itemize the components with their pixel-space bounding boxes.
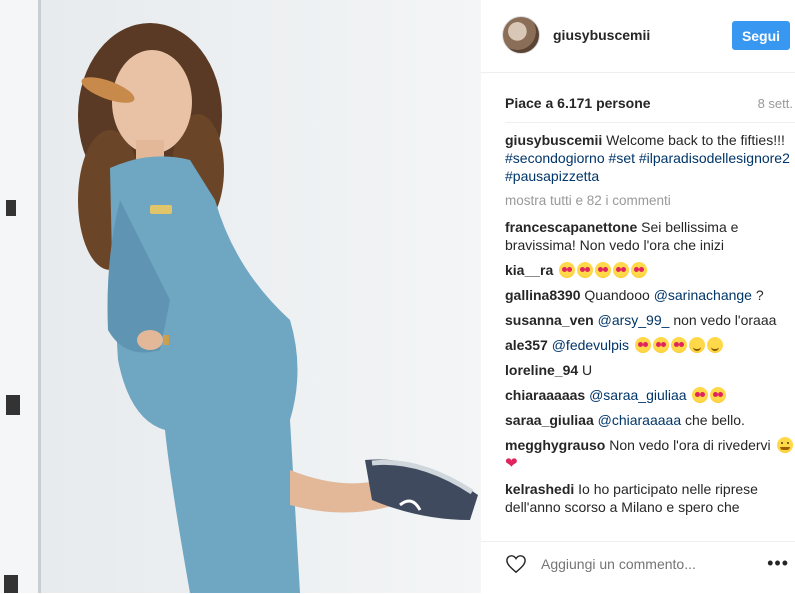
comment: saraa_giuliaa @chiaraaaaa che bello. bbox=[505, 411, 793, 429]
mention-link[interactable]: @saraa_giuliaa bbox=[589, 387, 687, 403]
comment-username[interactable]: kia__ra bbox=[505, 262, 553, 278]
comment-username[interactable]: chiaraaaaas bbox=[505, 387, 585, 403]
comment: loreline_94 U bbox=[505, 361, 793, 379]
comment-username[interactable]: saraa_giuliaa bbox=[505, 412, 594, 428]
comment: ale357 @fedevulpis bbox=[505, 336, 793, 354]
post-photo[interactable] bbox=[0, 0, 481, 593]
caption: giusybuscemii Welcome back to the fiftie… bbox=[505, 131, 793, 185]
comment-bar: ••• bbox=[481, 541, 795, 594]
mention-link[interactable]: @sarinachange bbox=[654, 287, 752, 303]
heart-eyes-emoji-icon bbox=[595, 262, 612, 278]
hashtag-link[interactable]: #secondogiorno bbox=[505, 150, 605, 166]
heart-eyes-emoji-icon bbox=[652, 337, 669, 353]
likes-count[interactable]: Piace a 6.171 persone bbox=[505, 95, 651, 111]
heart-eyes-emoji-icon bbox=[559, 262, 576, 278]
divider bbox=[505, 122, 795, 123]
follow-button[interactable]: Segui bbox=[732, 21, 790, 50]
comment: francescapanettone Sei bellissima e brav… bbox=[505, 218, 793, 254]
smile-emoji-icon bbox=[688, 337, 705, 353]
post-image bbox=[0, 0, 481, 593]
comment-text: U bbox=[582, 362, 593, 378]
heart-eyes-emoji-icon bbox=[613, 262, 630, 278]
smile-emoji-icon bbox=[706, 337, 723, 353]
header-username[interactable]: giusybuscemii bbox=[553, 27, 650, 43]
heart-eyes-emoji-icon bbox=[692, 387, 709, 403]
comment-username[interactable]: kelrashedi bbox=[505, 481, 574, 497]
hugging-emoji-icon bbox=[776, 437, 793, 453]
comment-username[interactable]: loreline_94 bbox=[505, 362, 578, 378]
comment-text: Quandooo bbox=[584, 287, 650, 303]
heart-eyes-emoji-icon bbox=[670, 337, 687, 353]
hashtag-link[interactable]: #set bbox=[609, 150, 635, 166]
more-options-icon[interactable]: ••• bbox=[767, 553, 789, 574]
comment: chiaraaaaas @saraa_giuliaa bbox=[505, 386, 793, 404]
add-comment-input[interactable] bbox=[539, 555, 743, 573]
heart-eyes-emoji-icon bbox=[577, 262, 594, 278]
show-all-comments-link[interactable]: mostra tutti e 82 i commenti bbox=[505, 192, 793, 210]
avatar[interactable] bbox=[502, 16, 540, 54]
comment-username[interactable]: gallina8390 bbox=[505, 287, 581, 303]
comment: kelrashedi Io ho participato nelle ripre… bbox=[505, 480, 793, 516]
comment-text: che bello. bbox=[685, 412, 745, 428]
comment: megghygrauso Non vedo l'ora di rivedervi… bbox=[505, 436, 793, 473]
post-header: giusybuscemii Segui bbox=[481, 0, 795, 73]
comment-text: non vedo l'oraaa bbox=[673, 312, 777, 328]
comment-text: ? bbox=[751, 287, 764, 303]
mention-link[interactable]: @arsy_99_ bbox=[598, 312, 670, 328]
comment-username[interactable]: megghygrauso bbox=[505, 437, 605, 453]
heart-eyes-emoji-icon bbox=[710, 387, 727, 403]
comment: susanna_ven @arsy_99_ non vedo l'oraaa bbox=[505, 311, 793, 329]
mention-link[interactable]: @chiaraaaaa bbox=[598, 412, 682, 428]
caption-username[interactable]: giusybuscemii bbox=[505, 132, 602, 148]
heart-eyes-emoji-icon bbox=[634, 337, 651, 353]
comment-username[interactable]: susanna_ven bbox=[505, 312, 594, 328]
mention-link[interactable]: @fedevulpis bbox=[552, 337, 629, 353]
comment-username[interactable]: francescapanettone bbox=[505, 219, 637, 235]
like-heart-icon[interactable] bbox=[505, 554, 527, 574]
heart-eyes-emoji-icon bbox=[631, 262, 648, 278]
instagram-post: giusybuscemii Segui Piace a 6.171 person… bbox=[0, 0, 795, 593]
comment-username[interactable]: ale357 bbox=[505, 337, 548, 353]
post-date[interactable]: 8 sett. bbox=[758, 96, 793, 111]
caption-text: Welcome back to the fifties!!! bbox=[606, 132, 785, 148]
comment: gallina8390 Quandooo @sarinachange ? bbox=[505, 286, 793, 304]
comment-text: Non vedo l'ora di rivedervi bbox=[609, 437, 771, 453]
hashtag-link[interactable]: #pausapizzetta bbox=[505, 168, 599, 184]
red-heart-icon: ❤ bbox=[505, 455, 518, 472]
comments-list[interactable]: giusybuscemii Welcome back to the fiftie… bbox=[505, 131, 793, 529]
hashtag-link[interactable]: #ilparadisodellesignore2 bbox=[639, 150, 790, 166]
post-side-panel: giusybuscemii Segui Piace a 6.171 person… bbox=[481, 0, 795, 593]
comment: kia__ra bbox=[505, 261, 793, 279]
